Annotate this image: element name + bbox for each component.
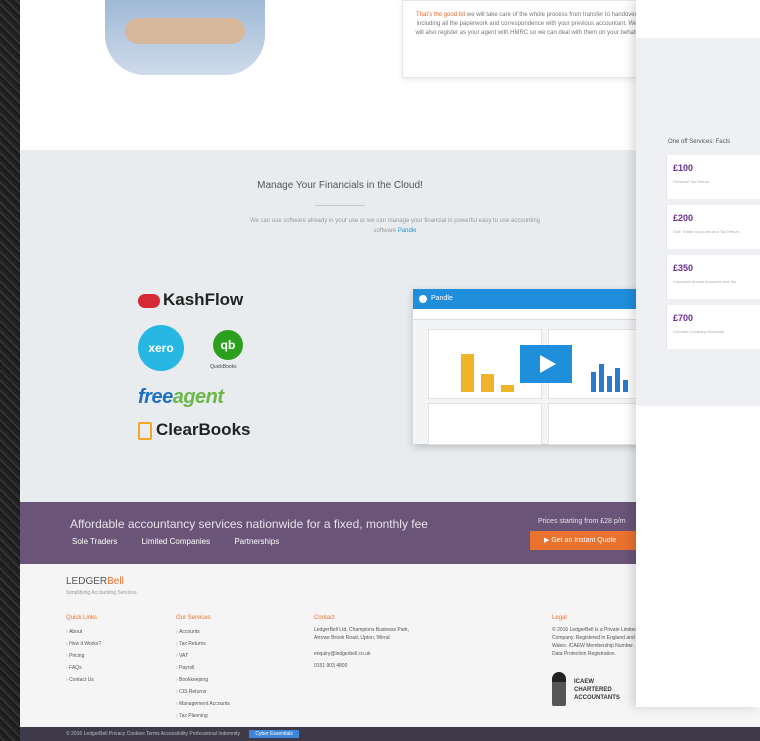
quote-box: That's the good bit we will take care of… — [402, 0, 652, 78]
services-panel: One off Services: Facts £100 Personal Ta… — [636, 0, 760, 707]
play-icon[interactable] — [520, 345, 572, 383]
column-heading: Legal — [552, 615, 567, 621]
dashboard-nav — [413, 309, 643, 320]
services-title: One off Services: Facts — [668, 139, 731, 145]
kashflow-label: KashFlow — [163, 290, 244, 309]
banner-link-sole-traders[interactable]: Sole Traders — [72, 537, 117, 546]
service-desc: Dormant Company Accounts — [673, 329, 724, 334]
column-heading: Contact — [314, 615, 335, 621]
column-heading: Quick Links — [66, 615, 98, 621]
banner-price: Prices starting from £28 p/m — [538, 518, 626, 525]
footer-link[interactable]: Tax Planning — [176, 710, 230, 722]
service-desc: Sole Trader Accounts and Tax Return — [673, 229, 740, 234]
banner-title: Affordable accountancy services nationwi… — [70, 517, 428, 531]
icaew-logo: ICAEW CHARTERED ACCOUNTANTS — [552, 672, 642, 708]
freeagent-label-a: free — [138, 386, 173, 408]
service-card[interactable]: £100 Personal Tax Return — [666, 155, 760, 199]
clearbooks-logo: ClearBooks — [138, 420, 250, 440]
footer-quick-links: Quick Links About How it Works? Pricing … — [66, 612, 101, 686]
instant-quote-button[interactable]: ▶ Get an Instant Quote — [530, 531, 650, 550]
dashboard-title: Pandle — [431, 295, 453, 302]
chart-bar — [623, 380, 628, 392]
quickbooks-label: QuickBooks — [210, 364, 237, 370]
service-price: £350 — [673, 263, 694, 273]
footer-link[interactable]: Tax Returns — [176, 638, 230, 650]
chart-bar — [599, 364, 604, 392]
brand-tagline: Simplifying Accounting Services — [66, 590, 137, 596]
service-price: £200 — [673, 213, 694, 223]
footer-link[interactable]: Contact Us — [66, 674, 101, 686]
footer-link[interactable]: About — [66, 626, 101, 638]
quickbooks-icon: qb — [213, 330, 243, 360]
bottom-bar: © 2016 LedgerBell Privacy Cookies Terms … — [20, 727, 760, 741]
bottom-links[interactable]: © 2016 LedgerBell Privacy Cookies Terms … — [66, 731, 240, 737]
person-photo — [105, 0, 265, 75]
clearbooks-label: ClearBooks — [156, 420, 251, 439]
banner-links: Sole Traders Limited Companies Partnersh… — [72, 537, 301, 546]
dashboard-header: Pandle — [413, 289, 643, 309]
chart-bar — [501, 385, 514, 392]
footer-link[interactable]: Payroll — [176, 662, 230, 674]
banner-link-limited-companies[interactable]: Limited Companies — [142, 537, 210, 546]
dashboard-panel — [548, 403, 642, 445]
kashflow-icon — [138, 293, 160, 308]
footer-services: Our Services Accounts Tax Returns VAT Pa… — [176, 612, 230, 722]
cloud-text: We can use software already in your use … — [249, 218, 541, 234]
chart-bar — [607, 376, 612, 392]
quote-highlight: That's the good bit — [416, 12, 466, 18]
service-desc: Personal Tax Return — [673, 179, 710, 184]
chart-bar — [461, 354, 474, 392]
service-price: £700 — [673, 313, 694, 323]
folded-arms — [125, 18, 245, 44]
legal-text: © 2016 LedgerBell is a Private Limited C… — [552, 627, 638, 657]
service-card[interactable]: £700 Dormant Company Accounts — [666, 305, 760, 349]
kashflow-logo: KashFlow — [138, 290, 243, 310]
footer-link[interactable]: Accounts — [176, 626, 230, 638]
contact-phone[interactable]: 0151 903 4800 — [314, 660, 414, 672]
pandle-link[interactable]: Pandle — [398, 228, 417, 234]
icaew-text: ICAEW CHARTERED ACCOUNTANTS — [574, 678, 620, 702]
xero-logo: xero — [138, 325, 184, 371]
service-desc: Corporate Annual Accounts and Tax — [673, 279, 737, 284]
footer-brand: LEDGERBell — [66, 576, 124, 587]
pandle-icon — [419, 295, 427, 303]
icaew-line: ACCOUNTANTS — [574, 695, 620, 701]
service-price: £100 — [673, 163, 694, 173]
contact-email[interactable]: enquiry@ledgerbell.co.uk — [314, 648, 414, 660]
contact-address: LedgerBell Ltd, Champions Business Park,… — [314, 627, 410, 641]
chart-bar — [591, 372, 596, 392]
cyber-essentials-badge: Cyber Essentials — [249, 730, 299, 738]
footer-link[interactable]: Bookkeeping — [176, 674, 230, 686]
icaew-figure-icon — [552, 672, 566, 706]
footer-link[interactable]: CIS Returns — [176, 686, 230, 698]
freeagent-logo: freeagent — [138, 386, 224, 409]
chart-bar — [615, 368, 620, 392]
footer-legal: Legal © 2016 LedgerBell is a Private Lim… — [552, 612, 642, 658]
cloud-description: We can use software already in your use … — [245, 216, 545, 236]
footer-link[interactable]: Pricing — [66, 650, 101, 662]
footer-contact: Contact LedgerBell Ltd, Champions Busine… — [314, 612, 414, 672]
icaew-line: CHARTERED — [574, 687, 612, 693]
icaew-line: ICAEW — [574, 679, 594, 685]
service-card[interactable]: £350 Corporate Annual Accounts and Tax — [666, 255, 760, 299]
freeagent-label-b: agent — [172, 386, 224, 408]
footer-link[interactable]: Management Accounts — [176, 698, 230, 710]
dashboard-panel — [428, 403, 542, 445]
brand-part-a: LEDGER — [66, 576, 108, 587]
background-texture — [0, 0, 20, 741]
divider — [315, 205, 365, 206]
banner-link-partnerships[interactable]: Partnerships — [234, 537, 279, 546]
footer-link[interactable]: VAT — [176, 650, 230, 662]
clearbooks-icon — [138, 421, 152, 440]
footer-link[interactable]: FAQs — [66, 662, 101, 674]
chart-bar — [481, 374, 494, 392]
column-heading: Our Services — [176, 615, 211, 621]
dashboard-video[interactable]: Pandle — [413, 289, 643, 445]
cloud-title: Manage Your Financials in the Cloud! — [257, 180, 423, 191]
footer-link[interactable]: How it Works? — [66, 638, 101, 650]
brand-part-b: Bell — [107, 576, 124, 587]
service-card[interactable]: £200 Sole Trader Accounts and Tax Return — [666, 205, 760, 249]
